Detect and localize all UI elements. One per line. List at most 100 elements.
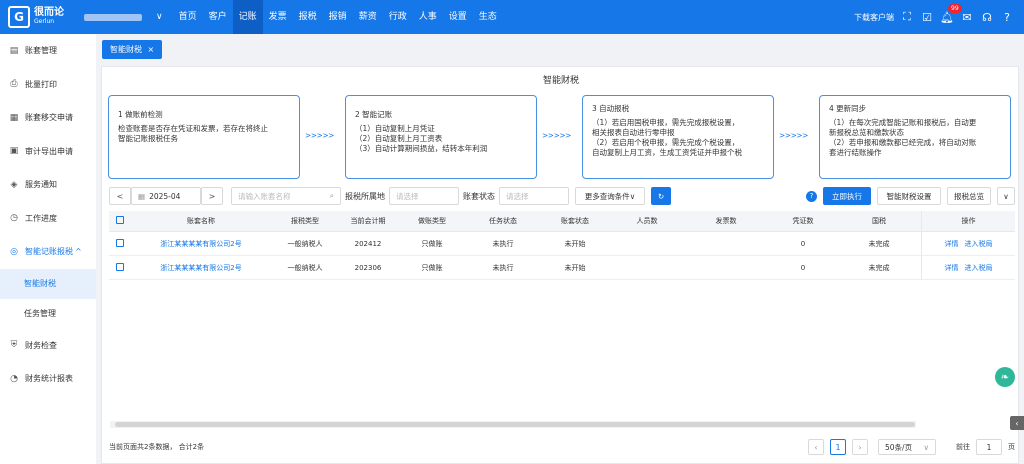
col-header: 人员数 [636,217,658,225]
sidebar-item-transfer-request[interactable]: ▦ 账套移交申请 [0,101,96,135]
nav-payroll[interactable]: 薪资 [353,0,383,34]
next-page-button[interactable]: › [852,439,868,455]
status-select[interactable]: 请选择 [499,187,569,205]
cell-book-status: 未开始 [564,239,586,248]
clipboard-icon[interactable]: ☑ [920,10,934,24]
cell-tax-type: 一般纳税人 [287,263,323,272]
step-line: （2）自动复制上月工资表 [355,134,443,143]
sidebar-item-account-books[interactable]: ▤ 账套管理 [0,34,96,68]
goto-page-input[interactable]: 1 [976,439,1002,455]
region-select[interactable]: 请选择 [389,187,459,205]
refresh-button[interactable]: ↻ [651,187,671,205]
chevron-down-icon[interactable]: ∨ [997,187,1015,205]
nav-reimbursement[interactable]: 报销 [323,0,353,34]
step-line: （1）若启用国税申报，需先完成报税设置， [592,118,740,127]
page-title: 智能财税 [542,76,579,86]
next-period-button[interactable]: > [201,187,223,205]
nav-invoices[interactable]: 发票 [263,0,293,34]
book-name-link[interactable]: 浙江某某某某有限公司2号 [131,263,271,273]
nav-ecosystem[interactable]: 生态 [473,0,503,34]
pagination-bar: 当前页面共2条数据， 合计2条 ‹ 1 › 50条/页 ∨ 前往 1 页 [109,437,1015,457]
book-table: 账套名称 报税类型 当前会计期 做账类型 任务状态 账套状态 人员数 发票数 凭… [109,211,1015,280]
book-name-search-input[interactable]: 请输入账套名称 ⌕ [231,187,341,205]
step-title: 4 更新同步 [829,104,867,113]
nav-tax[interactable]: 报税 [293,0,323,34]
select-all-checkbox[interactable] [116,216,124,224]
headset-icon[interactable]: ☊ [980,10,994,24]
sidebar-item-smart-bookkeeping[interactable]: ◎ 智能记账报税 ^ [0,235,96,269]
sidebar-item-financial-reports[interactable]: ◔ 财务统计报表 [0,362,96,396]
step-line: 新报税总览和缴款状态 [829,128,904,137]
message-icon[interactable]: ✉ [960,10,974,24]
row-checkbox[interactable] [116,238,124,247]
company-name-redacted[interactable] [84,13,142,21]
cell-national-tax: 未完成 [868,239,890,248]
tab-label: 智能财税 [110,45,142,54]
logo-name: 很而论 [34,7,64,18]
sidebar-item-service-notice[interactable]: ◈ 服务通知 [0,168,96,202]
row-checkbox[interactable] [116,262,124,271]
detail-link[interactable]: 详情 [945,239,959,249]
search-placeholder: 请输入账套名称 [238,191,291,201]
prev-period-button[interactable]: < [109,187,131,205]
smart-tax-settings-button[interactable]: 智能财税设置 [877,187,941,205]
tab-strip: 智能财税 × [96,34,1024,64]
step-card-4: 4 更新同步 （1）在每次完成智能记账和报税后，自动更 新报税总览和缴款状态 （… [819,95,1011,179]
sidebar-subitem-smart-tax[interactable]: 智能财税 [0,268,96,299]
nav-bookkeeping[interactable]: 记账 [232,0,263,34]
chevron-down-icon[interactable]: ∨ [156,12,163,22]
horizontal-scrollbar-thumb[interactable] [115,422,915,427]
step-title: 2 智能记账 [355,110,393,119]
sidebar-item-label: 账套管理 [25,46,57,56]
printer-icon: ⎙ [10,79,18,90]
tab-smart-tax[interactable]: 智能财税 × [102,40,163,59]
chevron-up-icon: ^ [75,247,82,257]
document-icon: ▦ [9,112,19,123]
help-icon[interactable]: ? [806,190,817,202]
sidebar-item-audit-export[interactable]: ▣ 审计导出申请 [0,135,96,169]
col-header: 任务状态 [489,217,517,225]
collapse-panel-button[interactable]: ‹ [1010,416,1024,430]
sidebar-subitem-task-management[interactable]: 任务管理 [0,299,96,329]
app-logo[interactable]: G 很而论 Gerlun [8,6,72,28]
chart-icon: ◔ [10,373,18,384]
cell-period: 202306 [354,263,382,272]
cell-voucher-count: 0 [800,263,806,272]
nav-settings[interactable]: 设置 [443,0,473,34]
col-header: 操作 [921,211,1015,231]
period-picker[interactable]: ▦ 2025-04 [131,187,201,205]
bell-icon: ◈ [10,179,18,190]
clock-icon: ◷ [10,213,18,224]
sidebar-item-financial-check[interactable]: ⛨ 财务检查 [0,329,96,363]
enter-tax-bureau-link[interactable]: 进入税局 [965,239,993,249]
tax-overview-button[interactable]: 报税总览 [947,187,991,205]
run-now-button[interactable]: 立即执行 [823,187,871,205]
col-header: 账套状态 [561,217,589,225]
nav-home[interactable]: 首页 [173,0,203,34]
step-line: 相关报表自动进行零申报 [592,128,675,137]
download-client-link[interactable]: 下载客户端 [854,12,894,23]
nav-customers[interactable]: 客户 [203,0,233,34]
page-size-select[interactable]: 50条/页 ∨ [878,439,936,455]
nav-admin[interactable]: 行政 [383,0,413,34]
step-line: （2）若申报和缴款都已经完成，将自动对账 [829,138,977,147]
bell-icon[interactable]: 🔔︎ 99 [940,4,962,24]
filter-bar: < ▦ 2025-04 > 请输入账套名称 ⌕ 报税所属地 请选择 账套状态 请选择… [109,185,1015,207]
prev-page-button[interactable]: ‹ [808,439,824,455]
nav-hr[interactable]: 人事 [413,0,443,34]
detail-link[interactable]: 详情 [945,263,959,273]
close-icon[interactable]: × [148,45,155,54]
book-name-link[interactable]: 浙江某某某某有限公司2号 [131,239,271,249]
sidebar-item-label: 审计导出申请 [25,146,73,156]
page-number[interactable]: 1 [830,439,846,455]
assistant-float-button[interactable]: ❧ [995,367,1015,387]
help-icon[interactable]: ? [1000,10,1014,24]
scan-icon[interactable]: ⛶ [900,10,914,24]
enter-tax-bureau-link[interactable]: 进入税局 [965,263,993,273]
step-line: （1）自动复制上月凭证 [355,124,435,133]
more-filters-button[interactable]: 更多查询条件∨ [575,187,645,205]
data-summary: 当前页面共2条数据， 合计2条 [109,443,205,451]
calendar-icon: ▦ [138,191,146,201]
sidebar-item-batch-print[interactable]: ⎙ 批量打印 [0,68,96,102]
sidebar-item-work-progress[interactable]: ◷ 工作进度 [0,202,96,236]
